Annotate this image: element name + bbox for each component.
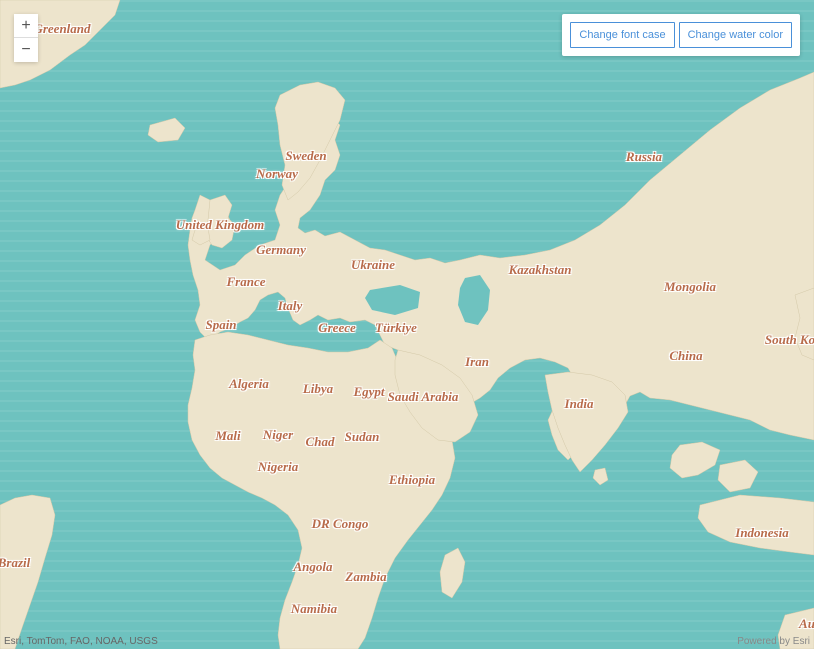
- zoom-controls: + −: [14, 14, 38, 62]
- zoom-in-button[interactable]: +: [14, 14, 38, 38]
- change-font-case-button[interactable]: Change font case: [570, 22, 674, 48]
- change-water-color-button[interactable]: Change water color: [679, 22, 792, 48]
- attribution-powered-by: Powered by Esri: [737, 636, 810, 647]
- land-layer: [0, 0, 814, 649]
- control-panel: Change font case Change water color: [562, 14, 800, 56]
- attribution-sources: Esri, TomTom, FAO, NOAA, USGS: [4, 636, 158, 647]
- zoom-out-button[interactable]: −: [14, 38, 38, 62]
- map-viewport[interactable]: GreenlandSwedenNorwayRussiaUnited Kingdo…: [0, 0, 814, 649]
